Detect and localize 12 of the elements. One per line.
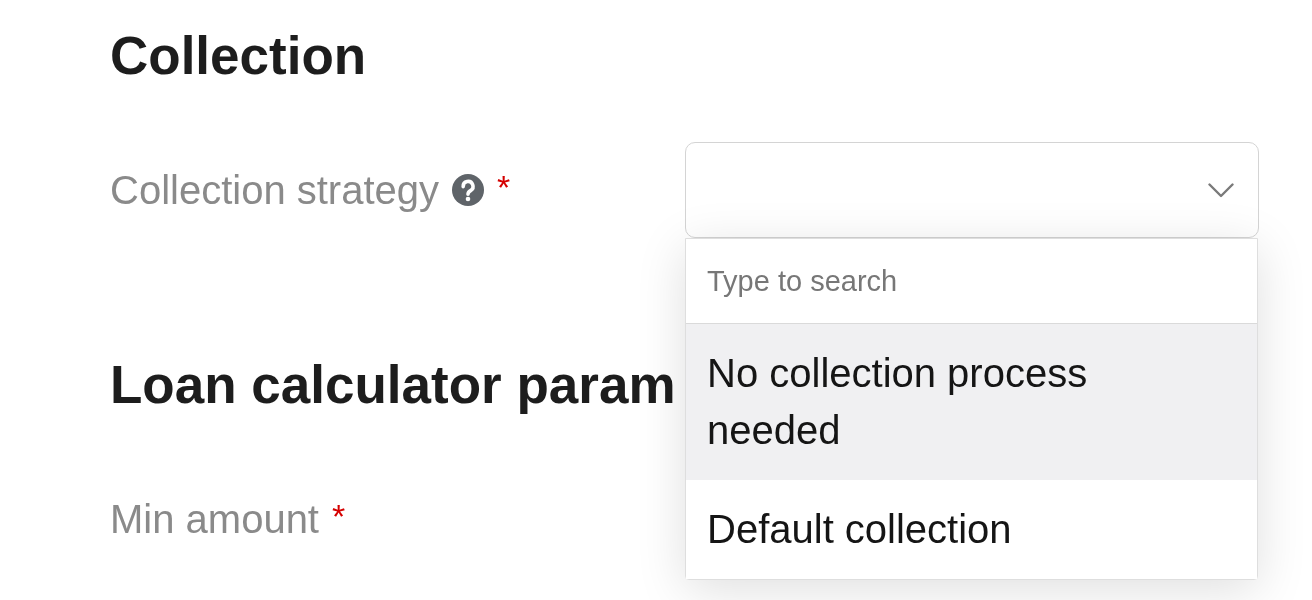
chevron-icon <box>1208 182 1234 198</box>
section-heading: Collection <box>110 26 367 86</box>
required-asterisk: * <box>332 499 346 533</box>
search-field[interactable]: Type to search <box>686 239 1257 324</box>
field-label: Min amount <box>110 496 319 542</box>
dropdown-option[interactable]: No collection process needed <box>686 324 1257 480</box>
dropdown-option[interactable]: Default collection <box>686 480 1257 579</box>
required-asterisk: * <box>497 170 511 204</box>
field-label: Collection strategy <box>110 167 440 213</box>
section-heading: Loan calculator param <box>110 355 676 415</box>
help-icon[interactable] <box>452 174 485 206</box>
select-field[interactable] <box>685 142 1259 238</box>
